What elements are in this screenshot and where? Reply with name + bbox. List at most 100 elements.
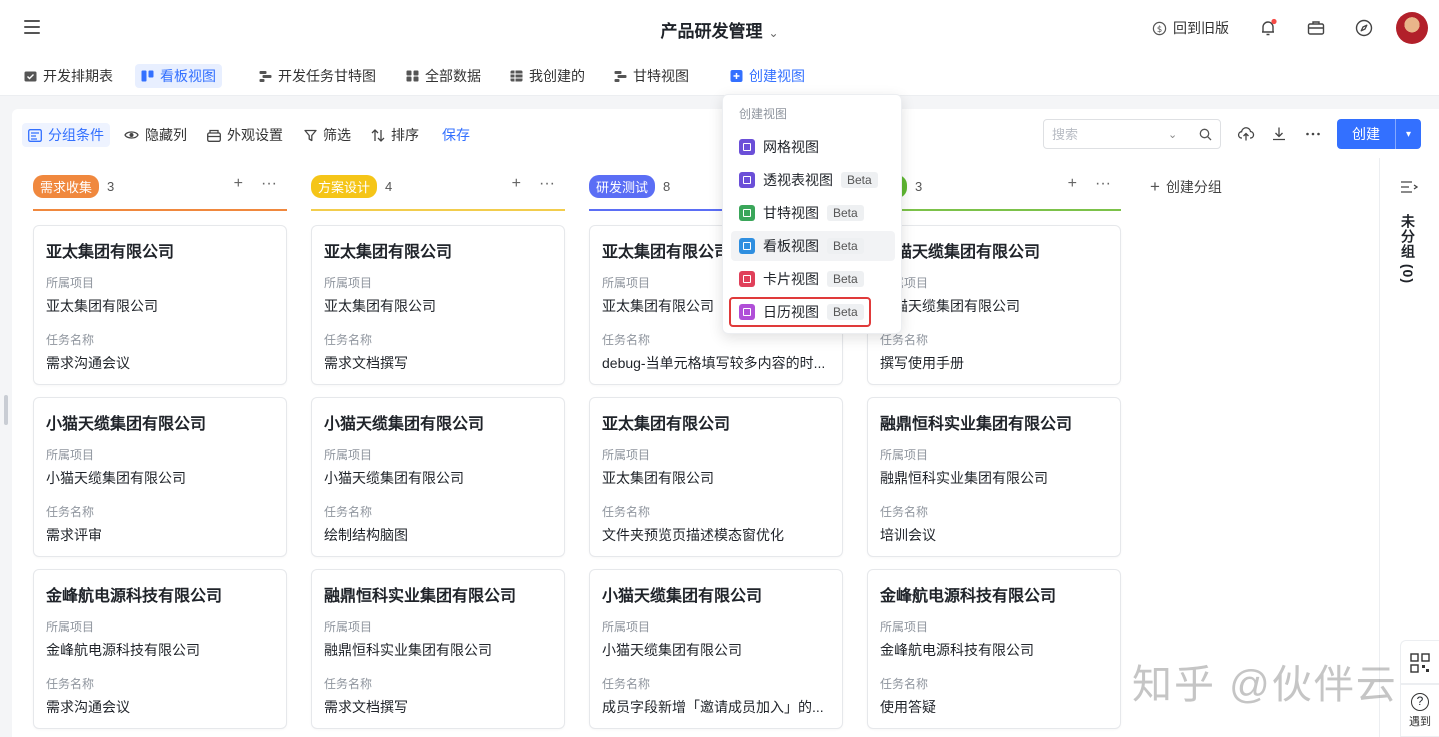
dropdown-item[interactable]: 甘特视图 Beta (731, 198, 895, 228)
tab-gantt-view[interactable]: 甘特视图 (608, 64, 695, 88)
tab-label: 创建视图 (749, 68, 805, 84)
more-icon[interactable] (1304, 125, 1322, 143)
dropdown-item[interactable]: 日历视图 Beta (729, 297, 871, 327)
status-tag[interactable]: 研发测试 (589, 174, 656, 198)
kanban-card[interactable]: 融鼎恒科实业集团有限公司 所属项目 融鼎恒科实业集团有限公司 任务名称 需求文档撰写 (311, 569, 565, 729)
kanban-view-icon (739, 238, 755, 254)
dropdown-item[interactable]: 看板视图 Beta (731, 231, 895, 261)
field-value: 培训会议 (880, 527, 936, 543)
status-tag[interactable]: 需求收集 (33, 174, 100, 198)
beta-badge: Beta (841, 172, 878, 188)
grid-icon (406, 70, 419, 82)
kanban-card[interactable]: 亚太集团有限公司 所属项目 亚太集团有限公司 任务名称 需求文档撰写 (311, 225, 565, 385)
sort-button[interactable]: 排序 (365, 123, 425, 147)
field-value: 金峰航电源科技有限公司 (46, 642, 200, 658)
collapse-list-icon[interactable] (1400, 180, 1418, 194)
kanban-card[interactable]: 融鼎恒科实业集团有限公司 所属项目 融鼎恒科实业集团有限公司 任务名称 培训会议 (867, 397, 1121, 557)
dropdown-item[interactable]: 卡片视图 Beta (731, 264, 895, 294)
field-label: 任务名称 (880, 677, 929, 691)
search-icon[interactable] (1199, 128, 1212, 141)
upload-icon[interactable] (1237, 125, 1255, 143)
more-icon[interactable]: ··· (1095, 175, 1111, 193)
appearance-settings-label: 外观设置 (227, 127, 283, 143)
kanban-card[interactable]: 亚太集团有限公司 所属项目 亚太集团有限公司 任务名称 文件夹预览页描述模态窗优化 (589, 397, 843, 557)
calendar-view-icon (739, 304, 755, 320)
resize-handle[interactable] (4, 395, 8, 425)
kanban-card[interactable]: 小猫天缆集团有限公司 所属项目 小猫天缆集团有限公司 任务名称 需求评审 (33, 397, 287, 557)
column-header: 方案设计 4 + ··· (311, 174, 565, 198)
appearance-icon (207, 129, 221, 142)
kanban-card[interactable]: 小猫天缆集团有限公司 所属项目 小猫天缆集团有限公司 任务名称 撰写使用手册 (867, 225, 1121, 385)
field-label: 任务名称 (324, 677, 373, 691)
card-title: 小猫天缆集团有限公司 (880, 244, 1041, 261)
group-condition-label: 分组条件 (48, 127, 104, 143)
appearance-settings-button[interactable]: 外观设置 (201, 123, 289, 147)
kanban-card[interactable]: 亚太集团有限公司 所属项目 亚太集团有限公司 任务名称 需求沟通会议 (33, 225, 287, 385)
kanban-card[interactable]: 小猫天缆集团有限公司 所属项目 小猫天缆集团有限公司 任务名称 绘制结构脑图 (311, 397, 565, 557)
back-to-old-version-button[interactable]: $ 回到旧版 (1152, 18, 1229, 38)
tab-all-data[interactable]: 全部数据 (400, 64, 487, 88)
eye-icon (124, 131, 139, 139)
tab-dev-schedule[interactable]: 开发排期表 (18, 64, 119, 88)
card-title: 小猫天缆集团有限公司 (324, 416, 485, 433)
avatar[interactable] (1396, 12, 1428, 44)
hidden-columns-label: 隐藏列 (145, 127, 187, 143)
add-card-icon[interactable]: + (1068, 175, 1077, 193)
field-value: 需求沟通会议 (46, 355, 130, 371)
field-label: 所属项目 (46, 620, 95, 634)
field-value: 小猫天缆集团有限公司 (46, 470, 186, 486)
hidden-columns-button[interactable]: 隐藏列 (118, 123, 193, 147)
column-header: 需求收集 3 + ··· (33, 174, 287, 198)
status-tag[interactable]: 方案设计 (311, 174, 378, 198)
app-title-text: 产品研发管理 (660, 22, 763, 41)
field-value: 亚太集团有限公司 (324, 298, 436, 314)
field-value: 撰写使用手册 (880, 355, 964, 371)
filter-button[interactable]: 筛选 (298, 123, 357, 147)
bell-icon[interactable] (1258, 18, 1278, 38)
create-view-button[interactable]: 创建视图 (724, 64, 811, 88)
chevron-down-icon[interactable]: ▾ (1396, 129, 1421, 140)
search-input[interactable] (1052, 126, 1162, 142)
tab-kanban-view[interactable]: 看板视图 (135, 64, 222, 88)
chevron-down-icon: ⌄ (768, 26, 779, 40)
help-button[interactable]: ? 遇到 (1400, 684, 1439, 737)
column-count: 3 (915, 178, 923, 194)
add-group-button[interactable]: + 创建分组 (1150, 177, 1222, 197)
briefcase-icon[interactable] (1306, 18, 1326, 38)
field-value: 需求评审 (46, 527, 102, 543)
gantt-icon (259, 71, 272, 82)
switch-icon: $ (1152, 21, 1167, 35)
add-card-icon[interactable]: + (234, 175, 243, 193)
tab-dev-task-gantt[interactable]: 开发任务甘特图 (253, 64, 382, 88)
dropdown-item[interactable]: 网格视图 (731, 132, 895, 162)
more-icon[interactable]: ··· (539, 175, 555, 193)
card-title: 金峰航电源科技有限公司 (880, 588, 1057, 605)
field-value: 金峰航电源科技有限公司 (880, 642, 1034, 658)
save-button[interactable]: 保存 (436, 123, 476, 147)
plus-square-icon (730, 70, 743, 82)
add-card-icon[interactable]: + (512, 175, 521, 193)
field-value: 需求文档撰写 (324, 355, 408, 371)
kanban-card[interactable]: 小猫天缆集团有限公司 所属项目 小猫天缆集团有限公司 任务名称 成员字段新增「邀请成员加… (589, 569, 843, 729)
field-label: 所属项目 (880, 448, 929, 462)
kanban-card[interactable]: 金峰航电源科技有限公司 所属项目 金峰航电源科技有限公司 任务名称 使用答疑 (867, 569, 1121, 729)
column-count: 8 (663, 178, 671, 194)
qr-code-button[interactable] (1400, 640, 1439, 684)
field-value: 使用答疑 (880, 699, 936, 715)
search-box: ⌄ (1043, 119, 1221, 149)
plus-icon: + (1150, 177, 1160, 196)
more-icon[interactable]: ··· (261, 175, 277, 193)
download-icon[interactable] (1270, 125, 1288, 143)
group-condition-button[interactable]: 分组条件 (22, 123, 110, 147)
create-button[interactable]: 创建 ▾ (1337, 119, 1421, 149)
kanban-card[interactable]: 金峰航电源科技有限公司 所属项目 金峰航电源科技有限公司 任务名称 需求沟通会议 (33, 569, 287, 729)
tab-label: 开发任务甘特图 (278, 68, 376, 84)
chevron-down-icon[interactable]: ⌄ (1168, 128, 1177, 141)
view-tabs-bar: 开发排期表 看板视图 开发任务甘特图 全部数据 我创建的 甘特视图 创建视图 (0, 56, 1439, 96)
tab-my-created[interactable]: 我创建的 (504, 64, 591, 88)
dropdown-item[interactable]: 透视表视图 Beta (731, 165, 895, 195)
card-view-icon (739, 271, 755, 287)
compass-icon[interactable] (1354, 18, 1374, 38)
tab-label: 全部数据 (425, 68, 481, 84)
column-divider (311, 209, 565, 211)
